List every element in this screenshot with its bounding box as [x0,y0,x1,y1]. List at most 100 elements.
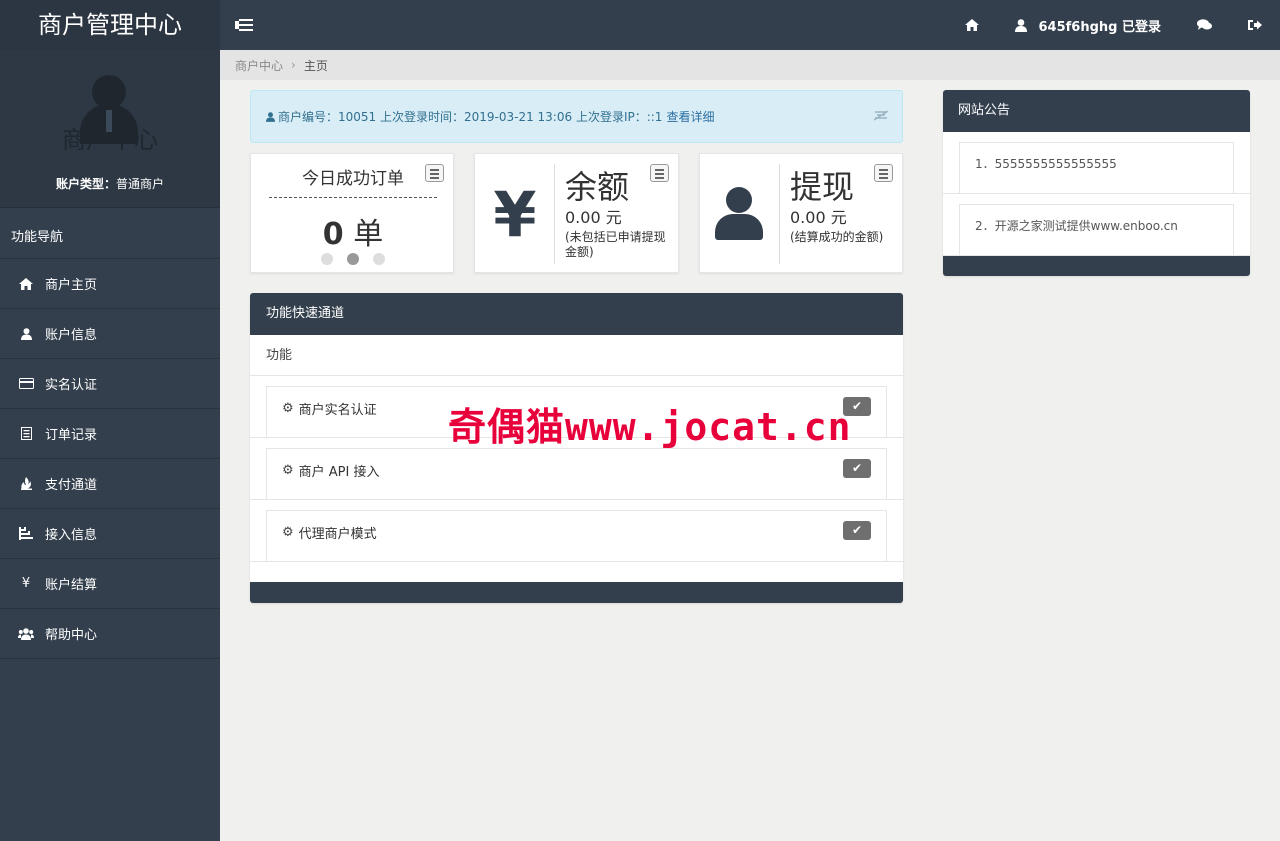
breadcrumb: 商户中心 › 主页 [220,50,1280,80]
collapse-icon[interactable] [874,111,888,121]
function-label: 商户实名认证 [298,403,377,418]
notice-footer [943,256,1250,276]
gear-icon: ⚙ [282,463,294,478]
user-icon [715,187,763,241]
sidebar-item-account[interactable]: 账户信息 [0,309,220,359]
login-info-alert: 商户编号：10051 上次登录时间：2019-03-21 13:06 上次登录I… [250,90,903,143]
check-icon: ✔ [851,399,863,413]
balance-amount: 0.00 元 [565,208,622,227]
sidebar: 商户中心 账户类型：普通商户 功能导航 商户主页 账户信息 实名认证 订单记录 … [0,50,220,841]
nav-title: 功能导航 [0,208,220,259]
check-button[interactable]: ✔ [843,459,871,478]
sidebar-item-access[interactable]: 接入信息 [0,509,220,559]
balance-title: 余额 [565,168,630,206]
sidebar-item-label: 账户信息 [45,328,98,343]
home-link[interactable] [947,0,997,50]
user-icon [1014,18,1027,32]
card-toggle-button[interactable] [425,164,444,182]
today-orders-card: 今日成功订单 0 单 [250,153,454,273]
balance-card: ¥ 余额 0.00 元 (未包括已申请提现金额) [474,153,679,273]
check-icon: ✔ [851,523,863,537]
sidebar-item-label: 实名认证 [45,378,98,393]
sidebar-item-label: 账户结算 [45,578,98,593]
user-icon [266,111,275,122]
top-bar: 商户管理中心 645f6hghg 已登录 [0,0,1280,50]
carousel-dots [321,253,399,265]
sidebar-item-home[interactable]: 商户主页 [0,259,220,309]
sidebar-item-settlement[interactable]: ¥ 账户结算 [0,559,220,609]
carousel-dot[interactable] [321,253,333,265]
divider [269,197,437,198]
gear-icon: ⚙ [282,401,294,416]
sidebar-item-help[interactable]: 帮助中心 [0,609,220,659]
sidebar-item-label: 订单记录 [45,428,98,443]
account-type-label: 账户类型： [55,177,116,191]
today-orders-count: 0 单 [251,209,455,253]
profile-section: 商户中心 账户类型：普通商户 [0,50,220,208]
menu-toggle-icon[interactable] [235,16,254,34]
sidebar-item-label: 帮助中心 [45,628,98,643]
home-icon [18,276,34,292]
notice-item[interactable]: 1．5555555555555555 [959,142,1234,194]
divider [779,164,780,264]
account-type-value: 普通商户 [116,177,165,191]
function-item-api[interactable]: ⚙ 商户 API 接入 ✔ [266,448,887,500]
check-icon: ✔ [851,461,863,475]
withdraw-card: 提现 0.00 元 (结算成功的金额) [699,153,903,273]
sidebar-item-payment[interactable]: 支付通道 [0,459,220,509]
list-item: ⚙ 代理商户模式 ✔ [250,500,903,562]
sign-out-icon [1248,20,1262,30]
notice-title: 网站公告 [943,90,1250,132]
withdraw-amount: 0.00 元 [790,208,847,227]
credit-card-icon [18,376,34,392]
comments-icon [1197,19,1212,30]
list-item: 1．5555555555555555 [943,132,1250,194]
panel-title: 功能快速通道 [250,293,903,335]
yen-icon: ¥ [493,177,537,251]
account-type: 账户类型：普通商户 [0,175,220,192]
carousel-dot[interactable] [347,253,359,265]
messages-link[interactable] [1179,0,1230,50]
top-nav: 645f6hghg 已登录 [947,0,1280,50]
tree-icon [18,526,34,542]
app-title: 商户管理中心 [0,0,220,50]
view-details-link[interactable]: 查看详细 [666,108,714,125]
watermark: 奇偶猫www.jocat.cn [448,405,852,449]
sidebar-item-label: 接入信息 [45,528,98,543]
card-toggle-button[interactable] [874,164,893,182]
sidebar-item-label: 商户主页 [45,278,98,293]
user-icon [18,326,34,342]
avatar: 商户中心 [50,72,170,154]
carousel-dot[interactable] [373,253,385,265]
sidebar-item-orders[interactable]: 订单记录 [0,409,220,459]
users-icon [18,626,34,642]
breadcrumb-parent[interactable]: 商户中心 [235,57,283,74]
notice-item[interactable]: 2．开源之家测试提供www.enboo.cn [959,204,1234,256]
breadcrumb-current: 主页 [303,58,328,73]
card-toggle-button[interactable] [650,164,669,182]
notice-panel: 网站公告 1．5555555555555555 2．开源之家测试提供www.en… [943,90,1250,276]
yen-icon: ¥ [21,576,31,591]
home-icon [964,19,979,31]
fire-icon [18,476,34,492]
logout-link[interactable] [1230,0,1280,50]
divider [554,164,555,264]
profile-label: 商户中心 [62,126,158,154]
panel-subtitle: 功能 [250,335,903,376]
panel-footer [250,582,903,603]
withdraw-title: 提现 [790,168,855,206]
function-item-agent[interactable]: ⚙ 代理商户模式 ✔ [266,510,887,562]
username-label: 645f6hghg 已登录 [1038,19,1162,35]
function-label: 商户 API 接入 [298,465,380,480]
orders-count-value: 0 [322,217,344,252]
sidebar-item-label: 支付通道 [45,478,98,493]
orders-count-unit: 单 [353,217,384,252]
sidebar-item-verify[interactable]: 实名认证 [0,359,220,409]
check-button[interactable]: ✔ [843,521,871,540]
list-icon [18,426,34,442]
withdraw-note: (结算成功的金额) [790,230,884,244]
balance-note: (未包括已申请提现金额) [565,230,666,259]
user-menu[interactable]: 645f6hghg 已登录 [997,0,1180,50]
login-info-text: 商户编号：10051 上次登录时间：2019-03-21 13:06 上次登录I… [278,110,663,124]
chevron-right-icon: › [291,58,296,72]
